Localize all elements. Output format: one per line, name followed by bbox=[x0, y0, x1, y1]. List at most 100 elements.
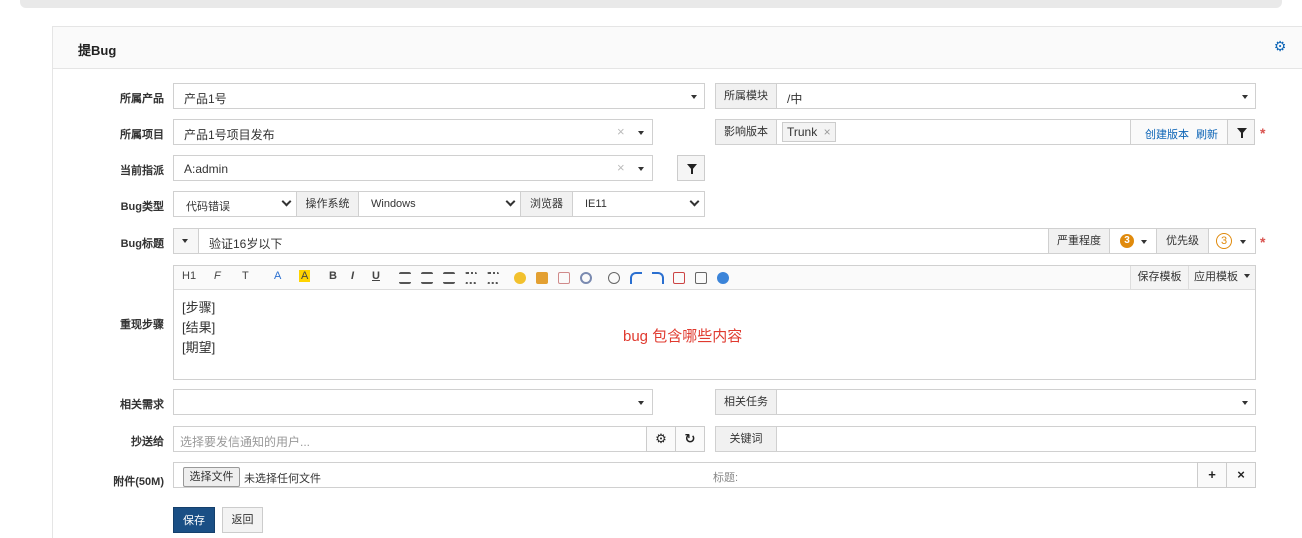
refresh-icon[interactable]: ↻ bbox=[675, 426, 705, 452]
back-button[interactable]: 返回 bbox=[222, 507, 263, 533]
priority-badge: 3 bbox=[1216, 233, 1232, 249]
caret-down-icon bbox=[1244, 274, 1251, 278]
filter-icon bbox=[1237, 128, 1247, 138]
table-icon[interactable] bbox=[673, 272, 685, 284]
chevron-down-icon bbox=[281, 196, 292, 207]
eraser-icon[interactable] bbox=[608, 272, 620, 284]
project-label: 所属项目 bbox=[120, 129, 164, 141]
remove-tag-icon[interactable]: × bbox=[824, 125, 831, 139]
clear-icon[interactable]: × bbox=[617, 160, 625, 175]
gear-icon[interactable]: ⚙ bbox=[1273, 39, 1287, 53]
annotation-text: bug 包含哪些内容 bbox=[623, 328, 743, 345]
save-template-button[interactable]: 保存模板 bbox=[1130, 266, 1188, 289]
apply-template-button[interactable]: 应用模板 bbox=[1188, 266, 1255, 289]
redo-icon[interactable] bbox=[652, 272, 664, 284]
font-family-tool[interactable]: F bbox=[214, 270, 221, 282]
chevron-down-icon bbox=[691, 95, 697, 99]
build-select[interactable]: Trunk × bbox=[776, 119, 1131, 145]
assigned-label: 当前指派 bbox=[120, 165, 164, 177]
align-left-icon[interactable] bbox=[399, 272, 411, 284]
build-filter-button[interactable] bbox=[1227, 119, 1255, 145]
heading-tool[interactable]: H1 bbox=[182, 270, 196, 282]
assigned-select[interactable]: A:admin × bbox=[173, 155, 653, 181]
clear-icon[interactable]: × bbox=[617, 124, 625, 139]
caret-down-icon bbox=[1141, 240, 1147, 244]
chevron-down-icon bbox=[638, 167, 644, 171]
required-marker: * bbox=[1260, 234, 1266, 250]
keywords-label: 关键词 bbox=[715, 426, 777, 452]
source-icon[interactable] bbox=[695, 272, 707, 284]
align-center-icon[interactable] bbox=[421, 272, 433, 284]
image-icon[interactable] bbox=[536, 272, 548, 284]
remove-file-icon[interactable]: × bbox=[1226, 462, 1256, 488]
gear-icon[interactable]: ⚙ bbox=[646, 426, 676, 452]
emoticon-icon[interactable] bbox=[514, 272, 526, 284]
refresh-link[interactable]: 刷新 bbox=[1196, 126, 1218, 142]
chevron-down-icon bbox=[638, 131, 644, 135]
unordered-list-icon[interactable] bbox=[487, 272, 499, 284]
title-color-button[interactable] bbox=[173, 228, 199, 254]
mailto-input[interactable]: 选择要发信通知的用户... bbox=[173, 426, 647, 452]
create-build-link[interactable]: 创建版本 bbox=[1145, 126, 1189, 142]
highlight-tool[interactable]: A bbox=[299, 270, 311, 282]
file-title-input[interactable]: 标题: bbox=[713, 469, 738, 485]
title-input[interactable]: 验证16岁以下 bbox=[198, 228, 1049, 254]
steps-editor[interactable]: H1 F T A A B I U 保存模板 应用模板 [步骤] [结果] [期望… bbox=[173, 265, 1256, 380]
font-color-tool[interactable]: A bbox=[274, 270, 281, 282]
story-select[interactable] bbox=[173, 389, 653, 415]
apply-template-label: 应用模板 bbox=[1193, 271, 1238, 283]
mailto-label: 抄送给 bbox=[131, 436, 164, 448]
link-icon[interactable] bbox=[580, 272, 592, 284]
mailto-placeholder: 选择要发信通知的用户... bbox=[180, 435, 311, 449]
chevron-down-icon bbox=[1242, 95, 1248, 99]
panel-title: 提Bug bbox=[78, 43, 117, 58]
files-row bbox=[173, 462, 1199, 488]
italic-tool[interactable]: I bbox=[351, 270, 354, 282]
build-tag[interactable]: Trunk × bbox=[782, 122, 836, 142]
choose-file-button[interactable]: 选择文件 bbox=[183, 467, 240, 487]
caret-down-icon bbox=[1240, 240, 1246, 244]
undo-icon[interactable] bbox=[630, 272, 642, 284]
editor-toolbar: H1 F T A A B I U 保存模板 应用模板 bbox=[174, 266, 1255, 290]
assigned-filter-button[interactable] bbox=[677, 155, 705, 181]
product-label: 所属产品 bbox=[120, 93, 164, 105]
bold-tool[interactable]: B bbox=[329, 270, 337, 282]
priority-select[interactable]: 3 bbox=[1208, 228, 1256, 254]
save-button[interactable]: 保存 bbox=[173, 507, 215, 533]
module-select[interactable]: /中 bbox=[776, 83, 1256, 109]
module-value: /中 bbox=[787, 92, 803, 106]
bugtype-label: Bug类型 bbox=[120, 201, 164, 213]
help-icon[interactable] bbox=[717, 272, 729, 284]
add-file-icon[interactable]: + bbox=[1197, 462, 1227, 488]
font-size-tool[interactable]: T bbox=[242, 270, 249, 282]
chevron-down-icon bbox=[1242, 401, 1248, 405]
underline-tool[interactable]: U bbox=[372, 270, 380, 282]
steps-label: 重现步骤 bbox=[120, 319, 164, 331]
panel-header: 提Bug ⚙ bbox=[53, 27, 1302, 69]
align-right-icon[interactable] bbox=[443, 272, 455, 284]
browser-select[interactable]: IE11 bbox=[572, 191, 705, 217]
no-file-text: 未选择任何文件 bbox=[244, 473, 321, 485]
priority-label: 优先级 bbox=[1156, 228, 1209, 254]
build-label: 影响版本 bbox=[715, 119, 777, 145]
required-marker: * bbox=[1260, 125, 1266, 141]
keywords-input[interactable] bbox=[776, 426, 1256, 452]
story-label: 相关需求 bbox=[120, 399, 164, 411]
bugtype-select[interactable]: 代码错误 bbox=[173, 191, 297, 217]
filter-icon bbox=[687, 164, 697, 174]
severity-badge: 3 bbox=[1120, 234, 1134, 248]
chevron-down-icon bbox=[689, 196, 700, 207]
severity-select[interactable]: 3 bbox=[1109, 228, 1157, 254]
product-select[interactable]: 产品1号 bbox=[173, 83, 705, 109]
task-select[interactable] bbox=[776, 389, 1256, 415]
os-select[interactable]: Windows bbox=[358, 191, 521, 217]
build-tag-label: Trunk bbox=[787, 125, 818, 139]
product-value: 产品1号 bbox=[184, 92, 227, 106]
project-select[interactable]: 产品1号项目发布 × bbox=[173, 119, 653, 145]
bugtype-value: 代码错误 bbox=[186, 201, 230, 213]
chevron-down-icon bbox=[505, 196, 516, 207]
ordered-list-icon[interactable] bbox=[465, 272, 477, 284]
os-value: Windows bbox=[371, 198, 416, 210]
result-line: [结果] bbox=[182, 320, 216, 335]
media-icon[interactable] bbox=[558, 272, 570, 284]
